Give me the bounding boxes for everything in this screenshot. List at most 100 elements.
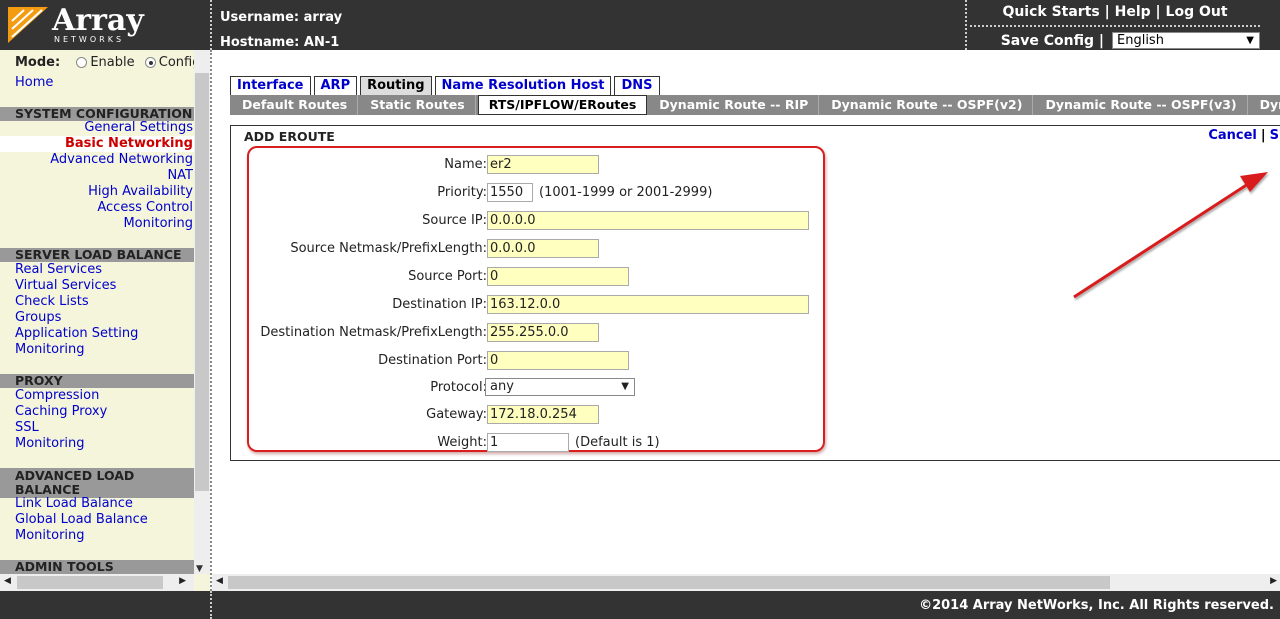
- name-input[interactable]: er2: [487, 155, 599, 174]
- sidebar-item-global-load-balance[interactable]: Global Load Balance: [0, 512, 194, 528]
- sidebar-item-slb-monitoring[interactable]: Monitoring: [0, 342, 194, 358]
- array-networks-logo: Array NETWORKS: [8, 3, 208, 45]
- main-content: Interface ARP Routing Name Resolution Ho…: [212, 50, 1280, 591]
- sidebar-item-high-availability[interactable]: High Availability: [0, 184, 194, 200]
- weight-input[interactable]: 1: [487, 433, 569, 452]
- scroll-right-arrow-icon[interactable]: ▶: [179, 576, 186, 586]
- language-select[interactable]: English ▼: [1112, 32, 1260, 49]
- eroute-form: Name: er2 Priority: 1550 (1001-1999 or 2…: [247, 146, 825, 452]
- brand-sub: NETWORKS: [54, 35, 125, 44]
- help-link[interactable]: Help: [1115, 4, 1151, 20]
- scroll-left-arrow-icon[interactable]: ◀: [4, 576, 11, 586]
- sidebar-item-link-load-balance[interactable]: Link Load Balance: [0, 496, 194, 512]
- subtab-dynamic-more[interactable]: Dynamic: [1250, 95, 1280, 115]
- form-row-priority: Priority: 1550 (1001-1999 or 2001-2999): [249, 183, 827, 203]
- quick-starts-link[interactable]: Quick Starts: [1002, 4, 1099, 20]
- protocol-label: Protocol:: [430, 380, 487, 395]
- mode-enable-label: Enable: [90, 55, 135, 70]
- destination-ip-input[interactable]: 163.12.0.0: [487, 295, 809, 314]
- sidebar-item-application-setting[interactable]: Application Setting: [0, 326, 194, 342]
- mode-config-radio[interactable]: [144, 57, 156, 68]
- priority-input[interactable]: 1550: [487, 183, 533, 202]
- sidebar-item-real-services[interactable]: Real Services: [0, 262, 194, 278]
- source-port-input[interactable]: 0: [487, 267, 629, 286]
- scrollbar-thumb[interactable]: [17, 576, 163, 589]
- user-info: Username: array Hostname: AN-1: [220, 5, 342, 55]
- tab-dns[interactable]: DNS: [614, 76, 660, 96]
- sidebar-item-proxy-monitoring[interactable]: Monitoring: [0, 436, 194, 452]
- source-netmask-label: Source Netmask/PrefixLength:: [290, 241, 487, 256]
- form-row-name: Name: er2: [249, 155, 827, 175]
- source-port-label: Source Port:: [408, 269, 487, 284]
- subtab-static-routes[interactable]: Static Routes: [360, 95, 476, 115]
- scroll-left-arrow-icon[interactable]: ◀: [216, 576, 223, 586]
- sidebar-item-nat[interactable]: NAT: [0, 168, 194, 184]
- source-ip-input[interactable]: 0.0.0.0: [487, 211, 809, 230]
- annotation-arrow-icon: [1073, 172, 1268, 299]
- scrollbar-thumb[interactable]: [195, 73, 209, 491]
- sidebar-horizontal-scrollbar[interactable]: ◀ ▶: [0, 574, 194, 591]
- username-value: array: [303, 10, 343, 25]
- panel-actions: Cancel | S: [1208, 128, 1279, 143]
- app-footer: ©2014 Array NetWorks, Inc. All Rights re…: [0, 591, 1280, 619]
- destination-ip-label: Destination IP:: [392, 297, 487, 312]
- subtab-rts-ipflow-eroutes[interactable]: RTS/IPFLOW/ERoutes: [477, 95, 648, 115]
- sidebar-item-virtual-services[interactable]: Virtual Services: [0, 278, 194, 294]
- save-config-link[interactable]: Save Config: [1001, 33, 1094, 49]
- proxy-list: Compression Caching Proxy SSL Monitoring: [0, 388, 194, 452]
- sidebar-item-compression[interactable]: Compression: [0, 388, 194, 404]
- save-link[interactable]: S: [1270, 128, 1279, 143]
- form-row-gateway: Gateway: 172.18.0.254: [249, 405, 827, 425]
- sidebar-item-advanced-networking[interactable]: Advanced Networking: [0, 152, 194, 168]
- gateway-label: Gateway:: [426, 407, 487, 422]
- form-row-source-netmask: Source Netmask/PrefixLength: 0.0.0.0: [249, 239, 827, 259]
- source-netmask-input[interactable]: 0.0.0.0: [487, 239, 599, 258]
- home-link[interactable]: Home: [15, 75, 53, 90]
- scroll-right-arrow-icon[interactable]: ▶: [1270, 576, 1277, 586]
- advanced-load-balance-list: Link Load Balance Global Load Balance Mo…: [0, 496, 194, 544]
- sidebar-item-access-control[interactable]: Access Control: [0, 200, 194, 216]
- gateway-input[interactable]: 172.18.0.254: [487, 405, 599, 424]
- tab-routing[interactable]: Routing: [360, 76, 432, 96]
- sidebar-item-groups[interactable]: Groups: [0, 310, 194, 326]
- language-value: English: [1117, 33, 1164, 48]
- sidebar-item-basic-networking[interactable]: Basic Networking: [0, 136, 194, 152]
- mode-enable-radio[interactable]: [76, 57, 88, 68]
- scrollbar-thumb[interactable]: [228, 576, 1110, 589]
- name-label: Name:: [444, 157, 487, 172]
- link-separator: |: [1104, 4, 1110, 20]
- tab-interface[interactable]: Interface: [230, 76, 311, 96]
- sidebar-item-general-settings[interactable]: General Settings: [0, 120, 194, 136]
- footer-divider: [210, 591, 212, 619]
- sidebar-item-ssl[interactable]: SSL: [0, 420, 194, 436]
- tab-name-resolution-host[interactable]: Name Resolution Host: [434, 76, 612, 96]
- section-server-load-balance: SERVER LOAD BALANCE: [0, 248, 194, 262]
- cancel-link[interactable]: Cancel: [1208, 128, 1257, 143]
- sidebar-item-caching-proxy[interactable]: Caching Proxy: [0, 404, 194, 420]
- logout-link[interactable]: Log Out: [1166, 4, 1228, 20]
- form-row-destination-netmask: Destination Netmask/PrefixLength: 255.25…: [249, 323, 827, 343]
- destination-netmask-label: Destination Netmask/PrefixLength:: [260, 325, 487, 340]
- sidebar-vertical-scrollbar[interactable]: ▼: [194, 50, 210, 574]
- sidebar-item-allb-monitoring[interactable]: Monitoring: [0, 528, 194, 544]
- sidebar-item-monitoring[interactable]: Monitoring: [0, 216, 194, 232]
- source-ip-label: Source IP:: [422, 213, 487, 228]
- form-row-weight: Weight: 1 (Default is 1): [249, 433, 827, 453]
- destination-netmask-input[interactable]: 255.255.0.0: [487, 323, 599, 342]
- sidebar-item-check-lists[interactable]: Check Lists: [0, 294, 194, 310]
- scroll-down-arrow-icon[interactable]: ▼: [196, 564, 203, 574]
- subtab-default-routes[interactable]: Default Routes: [232, 95, 359, 115]
- subtab-dynamic-route-rip[interactable]: Dynamic Route -- RIP: [649, 95, 820, 115]
- destination-port-input[interactable]: 0: [487, 351, 629, 370]
- link-separator: |: [1155, 4, 1161, 20]
- routing-subtabs: Default Routes Static Routes RTS/IPFLOW/…: [230, 95, 1280, 115]
- subtab-dynamic-route-ospf-v2[interactable]: Dynamic Route -- OSPF(v2): [821, 95, 1034, 115]
- protocol-select[interactable]: any ▼: [485, 378, 635, 396]
- weight-hint: (Default is 1): [575, 435, 660, 450]
- priority-hint: (1001-1999 or 2001-2999): [539, 185, 713, 200]
- header-divider-right: [965, 0, 967, 50]
- subtab-dynamic-route-ospf-v3[interactable]: Dynamic Route -- OSPF(v3): [1035, 95, 1248, 115]
- system-configuration-list: General Settings Basic Networking Advanc…: [0, 120, 194, 232]
- main-horizontal-scrollbar[interactable]: ◀ ▶: [212, 574, 1280, 591]
- tab-arp[interactable]: ARP: [313, 76, 358, 96]
